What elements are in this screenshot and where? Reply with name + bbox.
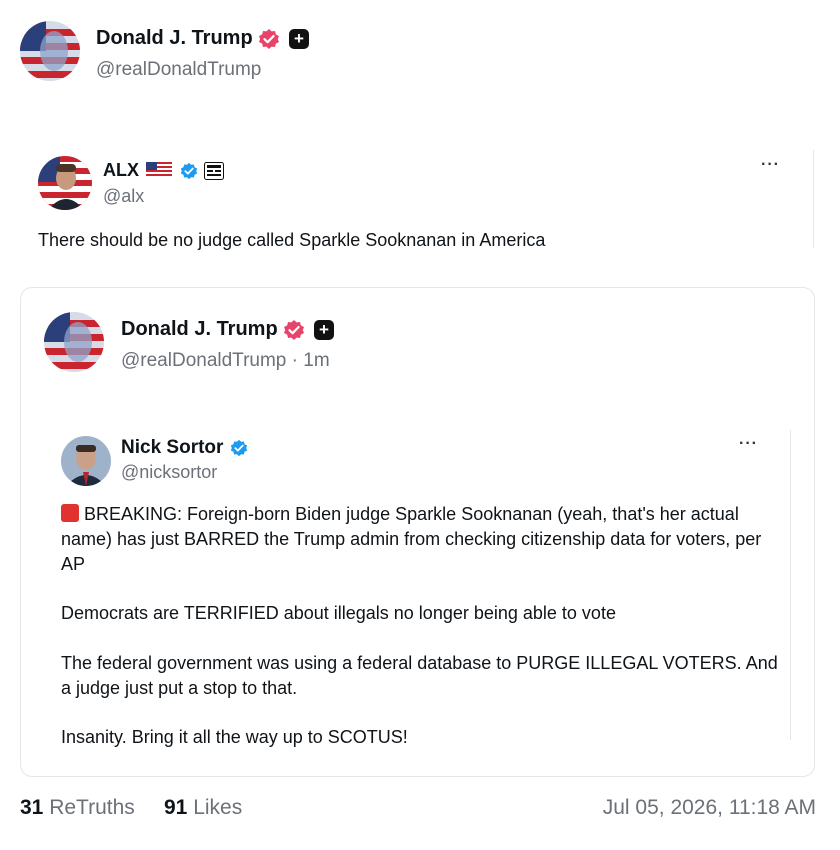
post-timestamp: Jul 05, 2026, 11:18 AM	[602, 796, 816, 819]
quoted-author-name[interactable]: Donald J. Trump	[121, 318, 278, 341]
quoted-author-handle[interactable]: @realDonaldTrump · 1m	[121, 350, 330, 372]
nick-name[interactable]: Nick Sortor	[121, 437, 223, 459]
affiliate-badge-icon	[204, 162, 224, 185]
alx-more-options-button[interactable]: ···	[761, 156, 780, 174]
nested-paragraph-1: 🚨 BREAKING: Foreign-born Biden judge Spa…	[61, 502, 781, 577]
nested-divider	[790, 430, 791, 740]
alx-name[interactable]: ALX	[103, 160, 139, 181]
nick-more-options-button[interactable]: ···	[739, 435, 758, 453]
nested-paragraph-2: Democrats are TERRIFIED about illegals n…	[61, 603, 616, 623]
quoted-plus-box-icon: +	[314, 320, 334, 340]
alx-avatar[interactable]	[38, 156, 92, 210]
author-avatar[interactable]	[20, 21, 80, 81]
alx-divider	[813, 150, 814, 248]
nick-verified-badge-icon	[230, 439, 248, 462]
likes-stat[interactable]: 91 Likes	[164, 796, 242, 820]
alx-post-text: There should be no judge called Sparkle …	[38, 230, 546, 250]
nested-paragraph-3: The federal government was using a feder…	[61, 653, 778, 698]
alert-siren-icon: 🚨	[61, 504, 79, 522]
author-name[interactable]: Donald J. Trump	[96, 27, 253, 50]
breaking-text: BREAKING: Foreign-born Biden judge Spark…	[61, 504, 762, 574]
author-handle[interactable]: @realDonaldTrump	[96, 59, 261, 81]
nested-paragraph-4: Insanity. Bring it all the way up to SCO…	[61, 727, 408, 747]
retruths-count: 31	[20, 796, 44, 819]
quoted-author-avatar[interactable]	[44, 312, 104, 372]
likes-count: 91	[164, 796, 188, 819]
blue-verified-badge-icon	[180, 162, 198, 185]
likes-label: Likes	[193, 796, 243, 819]
retruths-stat[interactable]: 31 ReTruths	[20, 796, 135, 820]
verified-badge-icon	[258, 28, 280, 55]
nick-avatar[interactable]	[61, 436, 111, 486]
alx-handle[interactable]: @alx	[103, 186, 144, 207]
plus-box-icon: +	[289, 29, 309, 49]
nick-handle[interactable]: @nicksortor	[121, 462, 217, 483]
quoted-verified-badge-icon	[283, 319, 305, 346]
us-flag-icon	[146, 162, 172, 178]
retruths-label: ReTruths	[49, 796, 135, 819]
